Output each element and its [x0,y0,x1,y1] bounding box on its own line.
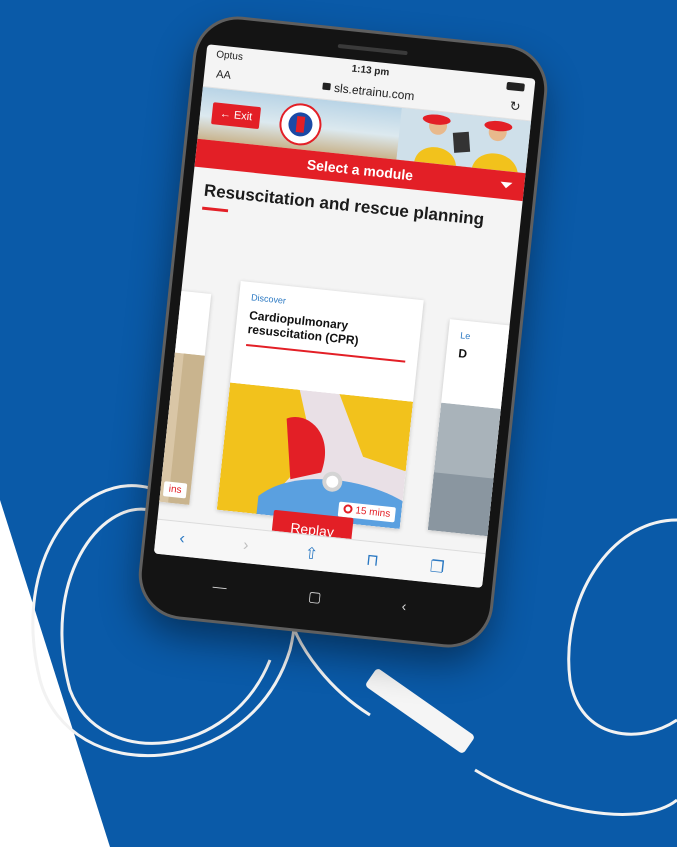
exit-button[interactable]: ← Exit [211,102,262,130]
title-underline [202,206,229,213]
url-text: sls.etrainu.com [333,80,416,104]
share-icon[interactable]: ⇧ [304,543,319,564]
phone: Optus 1:13 pm AA sls.etrainu.com ↻ ← Exi… [137,15,549,649]
phone-screen: Optus 1:13 pm AA sls.etrainu.com ↻ ← Exi… [153,44,536,588]
module-card-cpr[interactable]: Discover Cardiopulmonary resuscitation (… [216,281,424,530]
duration-badge: ins [163,481,188,499]
battery-icon [506,81,525,92]
reload-icon[interactable]: ↻ [509,98,521,115]
earpiece [337,43,408,56]
surf-life-saving-logo [277,101,324,148]
bookmarks-icon[interactable]: ⊓ [365,550,380,571]
forward-icon[interactable]: › [242,537,249,555]
duration-text: 15 mins [354,505,391,520]
card-photo: 15 mins [216,382,414,530]
home-icon[interactable]: ▢ [307,588,322,606]
chevron-down-icon [499,181,513,189]
back-icon[interactable]: ‹ [179,530,186,548]
recents-icon[interactable]: — [212,578,228,595]
clock-icon [343,503,353,514]
tabs-icon[interactable]: ❐ [429,556,445,577]
lock-icon [321,82,331,91]
module-selector-label: Select a module [306,156,414,184]
logo-cross [295,116,306,133]
back-icon[interactable]: ‹ [401,598,407,614]
